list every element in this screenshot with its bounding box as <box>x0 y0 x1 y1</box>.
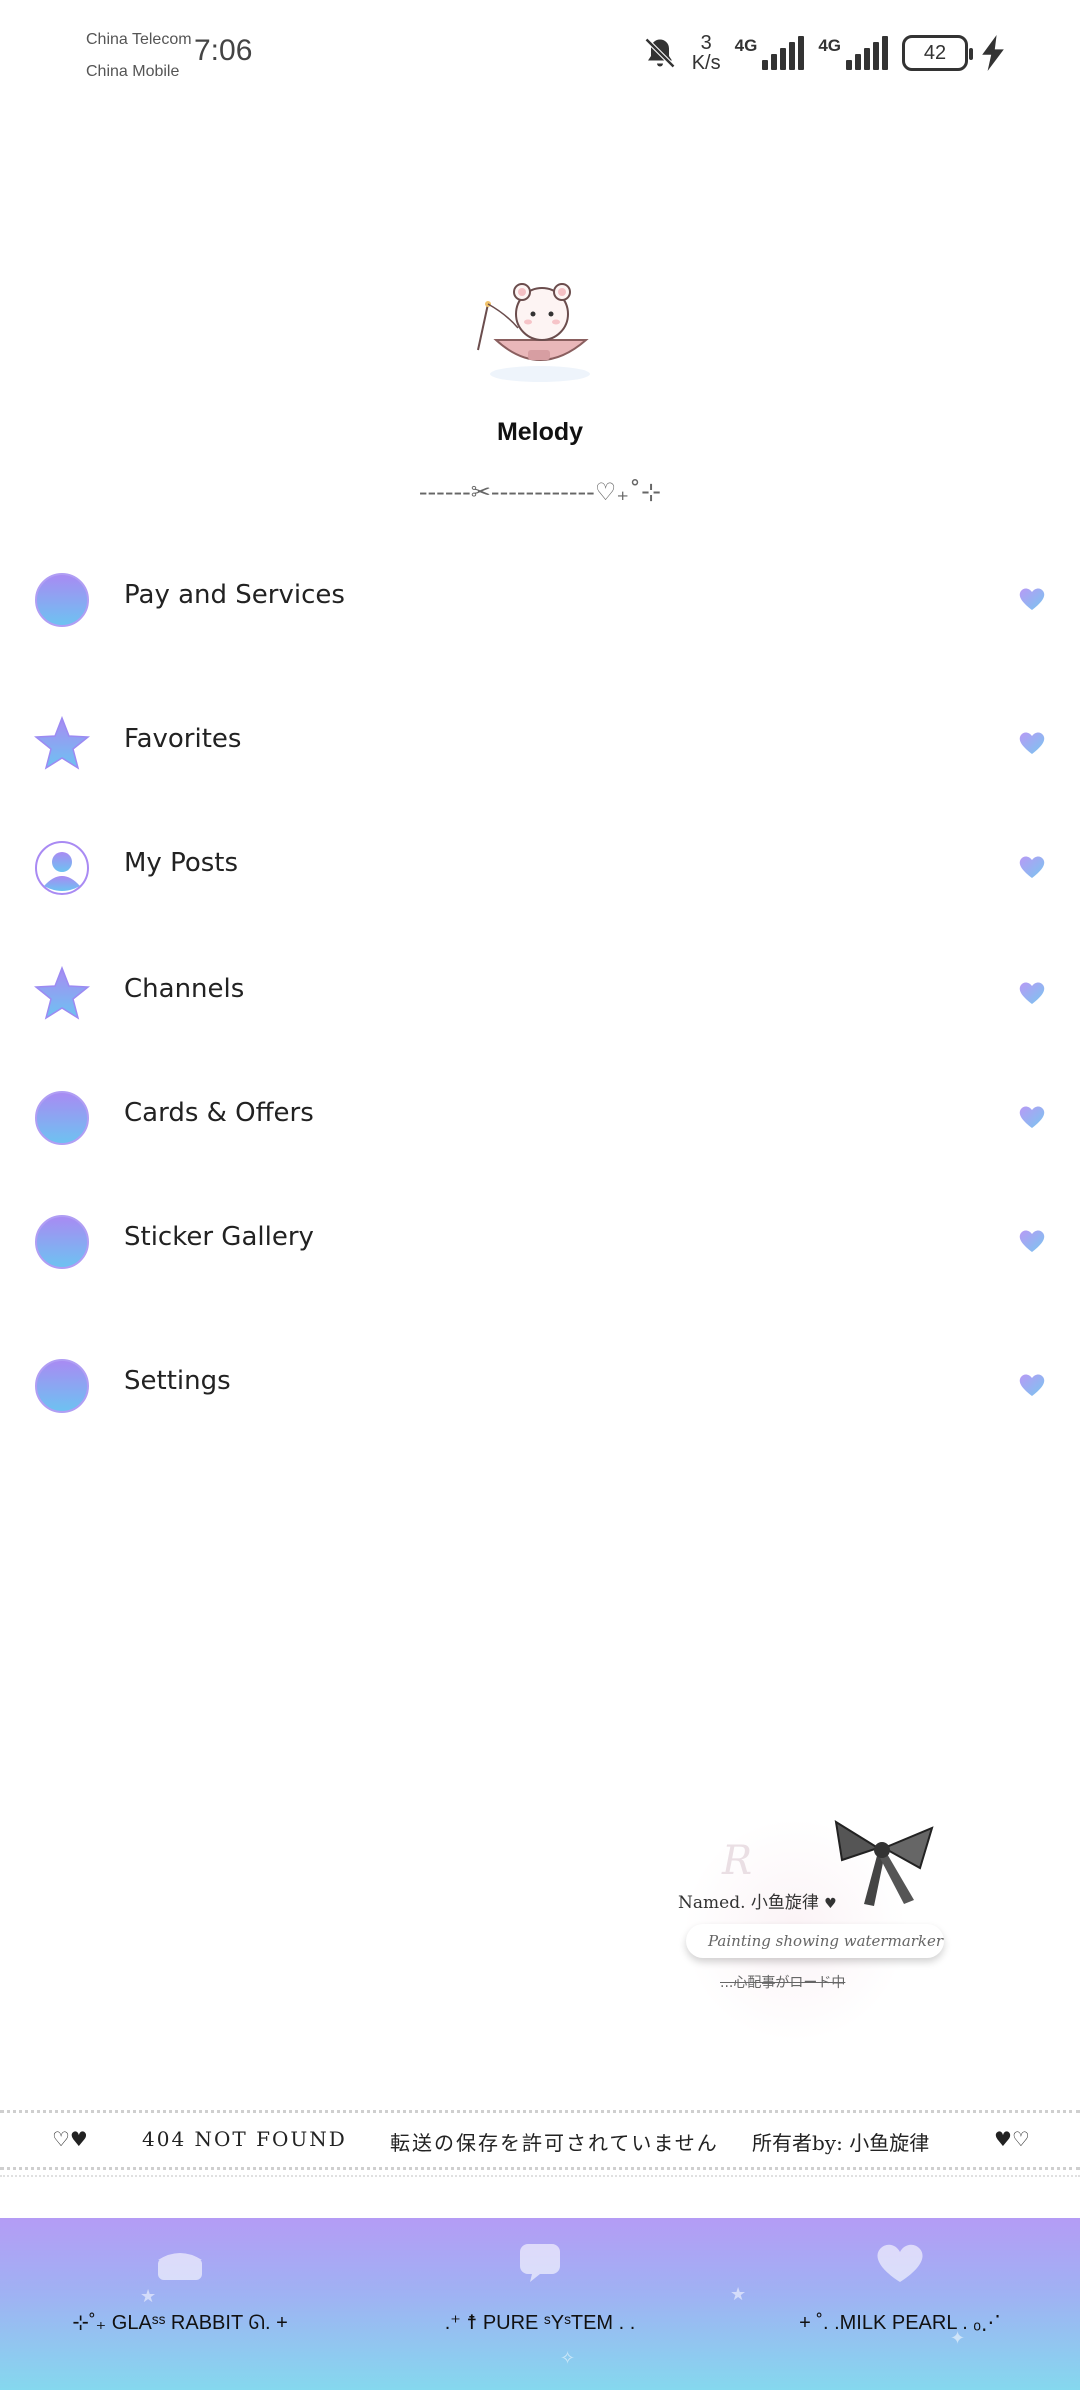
carrier-names: China Telecom China Mobile <box>86 24 192 88</box>
signal-icon: 4G <box>735 36 805 70</box>
network-type-2: 4G <box>818 36 841 55</box>
menu-item-label: Channels <box>124 974 245 1004</box>
menu-item-label: Settings <box>124 1366 231 1396</box>
ticker-not-found: 404 NOT FOUND <box>142 2127 347 2151</box>
star-icon <box>34 716 90 770</box>
battery-level: 42 <box>923 41 947 64</box>
menu-item-label: Favorites <box>124 724 242 754</box>
carrier-2: China Mobile <box>86 63 180 80</box>
round-gradient-icon <box>35 1091 89 1145</box>
menu-item-cards-and-offers[interactable]: Cards & Offers <box>0 1070 1080 1160</box>
tab-milk-pearl[interactable]: + ˚. .MILK PEARL . ₒ⋰ <box>720 2218 1080 2390</box>
clock: 7:06 <box>194 34 253 67</box>
menu-item-channels[interactable]: Channels <box>0 946 1080 1036</box>
person-icon <box>35 841 89 895</box>
carrier-1: China Telecom <box>86 31 192 48</box>
scissors-divider: ------✂------------♡₊˚⊹ <box>418 478 662 506</box>
watermark-heart: ♥ <box>824 1896 837 1912</box>
heart-icon <box>1019 588 1045 610</box>
menu-item-settings[interactable]: Settings <box>0 1338 1080 1428</box>
status-icons: 3 K/s 4G 4G 42 <box>642 30 1004 76</box>
battery-icon: 42 <box>902 35 973 71</box>
heart-icon <box>1019 1230 1045 1252</box>
cake-icon <box>158 2253 202 2280</box>
speed-unit: K/s <box>691 52 721 74</box>
star-icon <box>34 966 90 1020</box>
round-gradient-icon <box>35 573 89 627</box>
charging-bolt-icon <box>982 35 1004 71</box>
network-speed: 3 K/s <box>692 33 721 73</box>
ticker-owner: 所有者by: 小鱼旋律 <box>752 2131 930 2155</box>
round-gradient-icon <box>35 1359 89 1413</box>
signal-icon: 4G <box>818 36 888 70</box>
tab-glass-rabbit[interactable]: ⊹˚₊ GLAˢˢ RABBIT ᘏ. + <box>0 2218 360 2390</box>
menu-item-sticker-gallery[interactable]: Sticker Gallery <box>0 1194 1080 1284</box>
menu-item-my-posts[interactable]: My Posts <box>0 820 1080 910</box>
heart-icon <box>1019 856 1045 878</box>
bell-muted-icon <box>644 37 675 69</box>
heart-icon <box>1019 1106 1045 1128</box>
heart-icon <box>1019 1374 1045 1396</box>
menu-item-pay-and-services[interactable]: Pay and Services <box>0 552 1080 642</box>
heart-icon <box>877 2244 923 2282</box>
heart-icon <box>1019 982 1045 1004</box>
watermark-loading-text: ...心配事がロード中 <box>720 1975 846 1991</box>
bottom-tab-bar: ★ ★ ✦ ✧ ⊹˚₊ GLAˢˢ RABBIT ᘏ. + .⁺ ☨ PURE … <box>0 2218 1080 2390</box>
status-bar: China Telecom China Mobile 7:06 3 K/s 4G… <box>0 0 1080 110</box>
profile-name[interactable]: Melody <box>0 418 1080 447</box>
watermark-painting-text: Painting showing watermarker <box>708 1932 944 1950</box>
speed-value: 3 <box>700 32 712 54</box>
ticker-hearts-left: ♡♥ <box>52 2127 88 2151</box>
watermark-card: R Named. 小鱼旋律 ♥ Painting showing waterma… <box>660 1800 960 2060</box>
menu-item-favorites[interactable]: Favorites <box>0 696 1080 786</box>
network-type-1: 4G <box>734 36 758 55</box>
tab-label: + ˚. .MILK PEARL . ₒ⋰ <box>799 2312 1001 2334</box>
menu-item-label: Cards & Offers <box>124 1098 314 1128</box>
ticker-no-save: 転送の保存を許可されていません <box>390 2131 719 2155</box>
watermark-named-text: Named. 小鱼旋律 <box>678 1893 819 1913</box>
tab-label: .⁺ ☨ PURE ˢYˢTEM . . <box>444 2312 636 2334</box>
chat-bubble-icon <box>520 2244 560 2282</box>
tab-pure-system[interactable]: .⁺ ☨ PURE ˢYˢTEM . . <box>360 2218 720 2390</box>
avatar[interactable] <box>466 262 606 392</box>
heart-icon <box>1019 732 1045 754</box>
menu-item-label: Sticker Gallery <box>124 1222 314 1252</box>
bow-icon <box>834 1820 934 1906</box>
ticker-strip: ♡♥ 404 NOT FOUND 転送の保存を許可されていません 所有者by: … <box>0 2110 1080 2170</box>
watermark-named: Named. 小鱼旋律 ♥ <box>678 1888 837 1913</box>
menu-item-label: My Posts <box>124 848 239 878</box>
watermark-background-letter: R <box>722 1838 753 1884</box>
menu-item-label: Pay and Services <box>124 580 345 610</box>
ticker-hearts-right: ♥♡ <box>994 2127 1030 2151</box>
tab-label: ⊹˚₊ GLAˢˢ RABBIT ᘏ. + <box>72 2312 288 2334</box>
round-gradient-icon <box>35 1215 89 1269</box>
dotted-divider <box>0 2175 1080 2177</box>
